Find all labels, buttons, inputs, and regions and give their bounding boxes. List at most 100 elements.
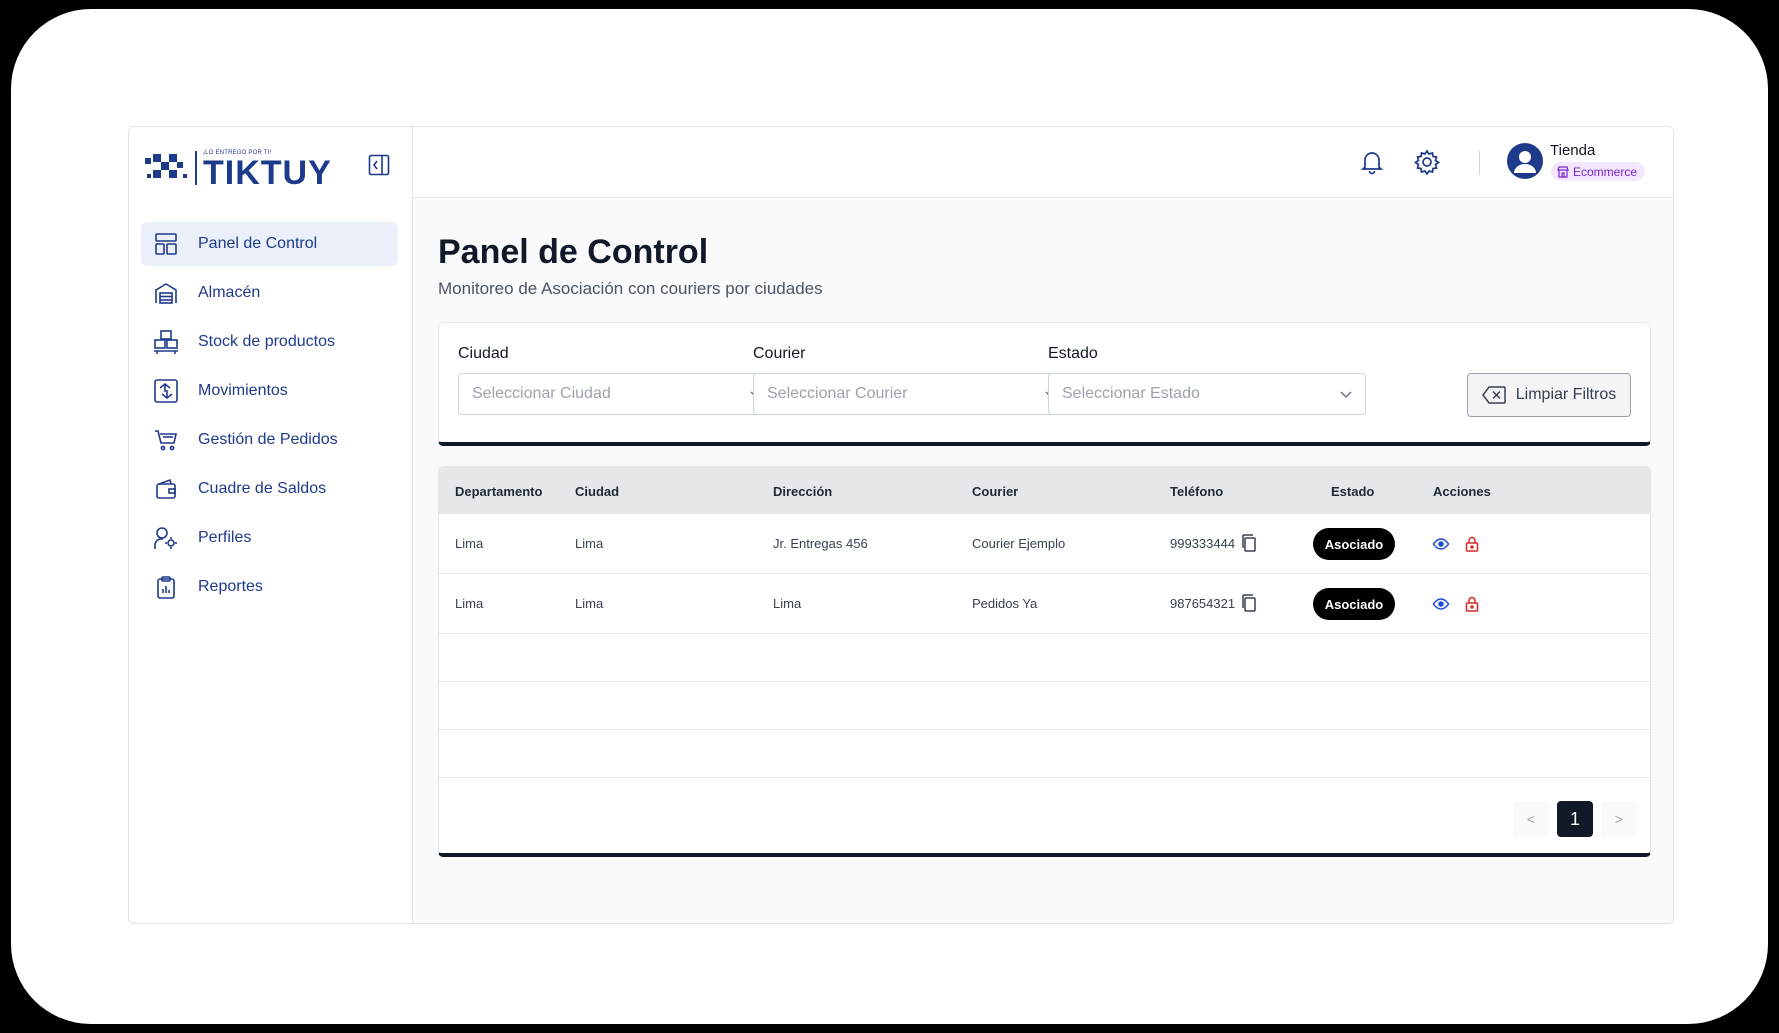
sidebar-item-label: Reportes xyxy=(198,578,263,595)
pagination-prev-button[interactable]: < xyxy=(1513,801,1549,837)
empty-row xyxy=(439,634,1650,682)
brand-tagline: ¡LO ENTREGO POR TI! xyxy=(203,150,272,156)
city-filter-label: Ciudad xyxy=(458,345,509,362)
sidebar-item-label: Movimientos xyxy=(198,382,288,399)
courier-filter-label: Courier xyxy=(753,345,806,362)
main-content: Panel de Control Monitoreo de Asociación… xyxy=(413,199,1673,923)
sidebar-item-label: Gestión de Pedidos xyxy=(198,431,338,448)
screen-frame: ¡LO ENTREGO POR TI! TIKTUY Panel de Cont… xyxy=(11,9,1768,1024)
store-icon xyxy=(1557,165,1569,178)
clipboard-icon xyxy=(153,574,179,600)
sidebar-item-almacen[interactable]: Almacén xyxy=(141,271,398,315)
city-select[interactable]: Seleccionar Ciudad xyxy=(458,373,776,415)
movements-icon xyxy=(153,378,179,404)
column-header-courier: Courier xyxy=(972,484,1019,499)
sidebar-item-gestion-de-pedidos[interactable]: Gestión de Pedidos xyxy=(141,418,398,462)
status-select[interactable]: Seleccionar Estado xyxy=(1048,373,1366,415)
sidebar-item-reportes[interactable]: Reportes xyxy=(141,565,398,609)
top-header: Tienda Ecommerce xyxy=(413,127,1673,198)
eye-icon[interactable] xyxy=(1432,535,1450,553)
sidebar-item-cuadre-de-saldos[interactable]: Cuadre de Saldos xyxy=(141,467,398,511)
warehouse-icon xyxy=(153,280,179,306)
column-header-estado: Estado xyxy=(1331,484,1375,499)
backspace-icon xyxy=(1481,386,1506,404)
sidebar-item-label: Almacén xyxy=(198,284,261,301)
profiles-icon xyxy=(153,525,179,551)
sidebar-item-movimientos[interactable]: Movimientos xyxy=(141,369,398,413)
couriers-table: Departamento Ciudad Dirección Courier Te… xyxy=(438,466,1651,857)
brand-logo[interactable]: ¡LO ENTREGO POR TI! TIKTUY xyxy=(143,147,333,192)
logo-mark-icon xyxy=(145,154,187,178)
table-header: Departamento Ciudad Dirección Courier Te… xyxy=(439,467,1650,514)
cell-ciudad: Lima xyxy=(575,536,604,551)
column-header-telefono: Teléfono xyxy=(1170,484,1224,499)
lock-icon[interactable] xyxy=(1463,595,1481,613)
page-subtitle: Monitoreo de Asociación con couriers por… xyxy=(438,279,823,298)
sidebar-item-label: Stock de productos xyxy=(198,333,335,350)
courier-filter: Courier Seleccionar Courier xyxy=(753,345,1071,415)
brand-name: TIKTUY xyxy=(203,154,332,192)
column-header-direccion: Dirección xyxy=(773,484,833,499)
table-row: Lima Lima Lima Pedidos Ya 987654321 Asoc… xyxy=(439,574,1650,634)
cart-icon xyxy=(153,427,179,453)
sidebar-item-label: Perfiles xyxy=(198,529,252,546)
user-name: Tienda xyxy=(1550,142,1596,159)
user-avatar[interactable] xyxy=(1507,143,1543,179)
pagination-next-button[interactable]: > xyxy=(1601,801,1637,837)
status-badge[interactable]: Asociado xyxy=(1313,588,1395,620)
cell-courier: Courier Ejemplo xyxy=(972,536,1066,551)
cell-telefono: 987654321 xyxy=(1170,596,1236,611)
status-filter-label: Estado xyxy=(1048,345,1098,362)
empty-row xyxy=(439,730,1650,778)
status-badge[interactable]: Asociado xyxy=(1313,528,1395,560)
sidebar-nav: Panel de Control Almacén Stock de produc… xyxy=(141,222,398,614)
pagination: < 1 > xyxy=(1505,801,1637,837)
boxes-icon xyxy=(153,329,179,355)
empty-row xyxy=(439,682,1650,730)
user-role-label: Ecommerce xyxy=(1573,164,1638,179)
gear-icon[interactable] xyxy=(1413,148,1441,176)
courier-select[interactable]: Seleccionar Courier xyxy=(753,373,1071,415)
courier-select-placeholder: Seleccionar Courier xyxy=(767,385,908,402)
wallet-icon xyxy=(153,476,179,502)
sidebar-item-stock-de-productos[interactable]: Stock de productos xyxy=(141,320,398,364)
cell-ciudad: Lima xyxy=(575,596,604,611)
sidebar-collapse-icon[interactable] xyxy=(367,153,391,177)
chevron-down-icon xyxy=(1340,391,1352,399)
copy-icon[interactable] xyxy=(1239,593,1259,613)
cell-departamento: Lima xyxy=(455,536,484,551)
cell-direccion: Jr. Entregas 456 xyxy=(773,536,868,551)
clear-filters-label: Limpiar Filtros xyxy=(1515,386,1617,403)
status-filter: Estado Seleccionar Estado xyxy=(1048,345,1366,415)
logo-wordmark: ¡LO ENTREGO POR TI! TIKTUY xyxy=(195,150,332,192)
clear-filters-button[interactable]: Limpiar Filtros xyxy=(1467,373,1631,417)
sidebar-item-perfiles[interactable]: Perfiles xyxy=(141,516,398,560)
cell-telefono: 999333444 xyxy=(1170,536,1236,551)
bell-icon[interactable] xyxy=(1358,148,1386,176)
cell-direccion: Lima xyxy=(773,596,802,611)
status-select-placeholder: Seleccionar Estado xyxy=(1062,385,1200,402)
sidebar-item-label: Panel de Control xyxy=(198,235,318,252)
city-filter: Ciudad Seleccionar Ciudad xyxy=(458,345,776,415)
sidebar: ¡LO ENTREGO POR TI! TIKTUY Panel de Cont… xyxy=(129,127,413,923)
sidebar-item-panel-de-control[interactable]: Panel de Control xyxy=(141,222,398,266)
page-title: Panel de Control xyxy=(438,233,709,271)
column-header-ciudad: Ciudad xyxy=(575,484,620,499)
dashboard-icon xyxy=(153,231,179,257)
table-row: Lima Lima Jr. Entregas 456 Courier Ejemp… xyxy=(439,514,1650,574)
user-avatar-icon xyxy=(1514,151,1536,173)
header-divider xyxy=(1479,151,1480,175)
eye-icon[interactable] xyxy=(1432,595,1450,613)
cell-courier: Pedidos Ya xyxy=(972,596,1038,611)
pagination-page-button[interactable]: 1 xyxy=(1557,801,1593,837)
user-role-badge: Ecommerce xyxy=(1551,162,1646,181)
city-select-placeholder: Seleccionar Ciudad xyxy=(472,385,611,402)
lock-icon[interactable] xyxy=(1463,535,1481,553)
filters-panel: Ciudad Seleccionar Ciudad Courier Selecc… xyxy=(438,322,1651,446)
column-header-departamento: Departamento xyxy=(455,484,543,499)
column-header-acciones: Acciones xyxy=(1433,484,1491,499)
sidebar-item-label: Cuadre de Saldos xyxy=(198,480,327,497)
copy-icon[interactable] xyxy=(1239,533,1259,553)
app-window: ¡LO ENTREGO POR TI! TIKTUY Panel de Cont… xyxy=(128,126,1674,924)
cell-departamento: Lima xyxy=(455,596,484,611)
